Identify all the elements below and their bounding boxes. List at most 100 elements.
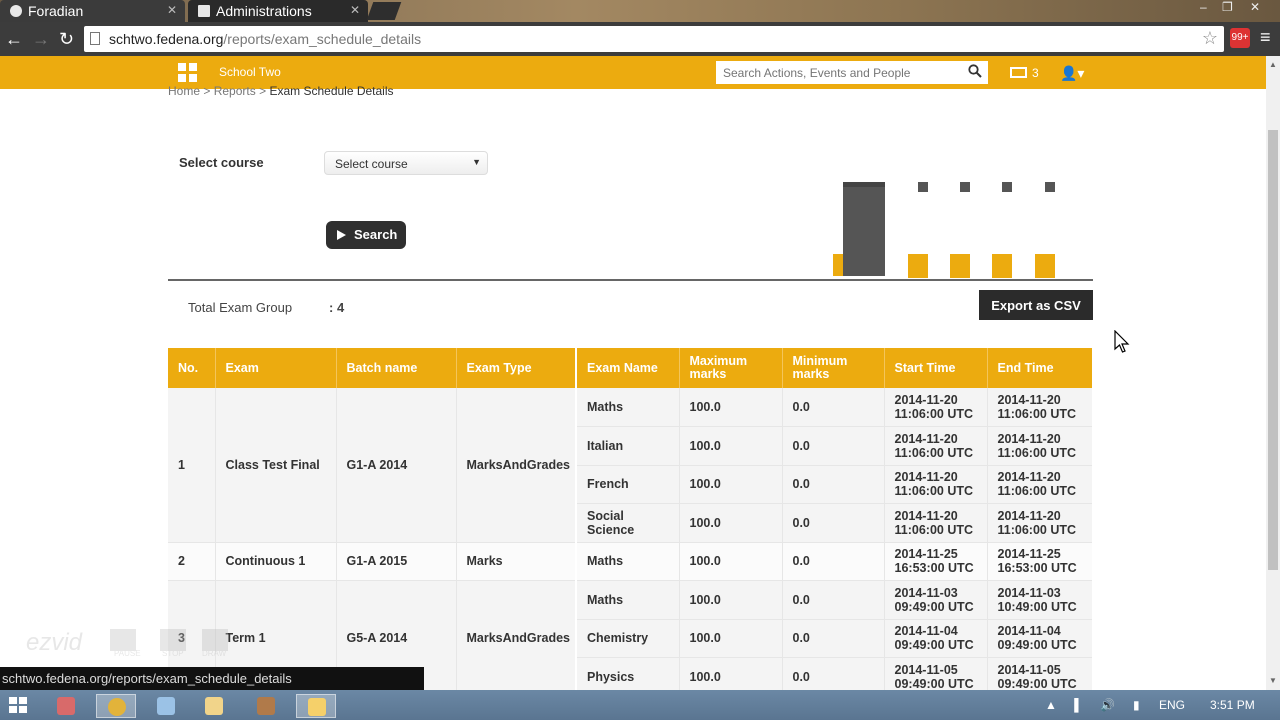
reload-icon[interactable]: ↻ [59, 29, 74, 50]
cell-start-time: 2014-11-25 16:53:00 UTC [884, 542, 988, 581]
cell-start-time: 2014-11-05 09:49:00 UTC [884, 657, 988, 690]
recorder-stop-label: STOP [162, 649, 184, 658]
battery-icon[interactable]: ▮ [1133, 698, 1140, 712]
tab-administrations[interactable]: Administrations ✕ [188, 0, 368, 22]
cell-min-marks: 0.0 [782, 388, 885, 427]
language-indicator[interactable]: ENG [1159, 698, 1185, 712]
cell-end-time: 2014-11-20 11:06:00 UTC [987, 426, 1092, 466]
tray-expand-icon[interactable]: ▲ [1045, 698, 1057, 712]
cell-end-time: 2014-11-20 11:06:00 UTC [987, 465, 1092, 504]
cell-batch: G1-A 2014 [336, 388, 457, 543]
cell-start-time: 2014-11-20 11:06:00 UTC [884, 465, 988, 504]
scroll-down-icon[interactable]: ▼ [1269, 676, 1277, 685]
cell-exam-name: Maths [575, 542, 680, 581]
table-header-row: No. Exam Batch name Exam Type Exam Name … [168, 348, 1092, 388]
extension-badge[interactable]: 99+ [1230, 28, 1250, 48]
search-button-label: Search [354, 227, 398, 242]
course-select[interactable]: Select course ▼ [324, 151, 488, 175]
forward-arrow-icon[interactable]: → [32, 29, 50, 50]
tab-foradian[interactable]: Foradian ✕ [0, 0, 185, 22]
search-icon[interactable] [968, 64, 982, 78]
recorder-pause-button[interactable] [110, 629, 136, 651]
cell-min-marks: 0.0 [782, 503, 885, 543]
dropdown-arrow-icon: ▼ [472, 157, 481, 167]
minimize-icon[interactable]: – [1200, 0, 1207, 14]
taskbar-app-recorder[interactable] [246, 694, 286, 718]
window-close-icon[interactable]: ✕ [1250, 0, 1260, 14]
exam-schedule-table: No. Exam Batch name Exam Type Exam Name … [168, 348, 1092, 690]
taskbar-app-explorer[interactable] [146, 694, 186, 718]
folder-icon [308, 698, 326, 716]
cell-exam: Continuous 1 [215, 542, 337, 581]
breadcrumb-separator: > [203, 84, 211, 98]
cell-exam-type: MarksAndGrades [456, 388, 577, 543]
clock[interactable]: 3:51 PM [1210, 698, 1255, 712]
cell-end-time: 2014-11-20 11:06:00 UTC [987, 503, 1092, 543]
cell-min-marks: 0.0 [782, 465, 885, 504]
course-select-value: Select course [335, 157, 408, 171]
cell-max-marks: 100.0 [679, 542, 783, 581]
recorder-draw-button[interactable] [202, 629, 228, 651]
cell-max-marks: 100.0 [679, 503, 783, 543]
taskbar-app-chrome[interactable] [96, 694, 136, 718]
cell-exam-name: Chemistry [575, 619, 680, 658]
scroll-up-icon[interactable]: ▲ [1269, 60, 1277, 69]
header-start-time: Start Time [884, 348, 988, 388]
breadcrumb-current: Exam Schedule Details [269, 84, 394, 98]
breadcrumb-reports[interactable]: Reports [214, 84, 256, 98]
page-scrollbar[interactable]: ▲ ▼ [1266, 56, 1280, 690]
cell-max-marks: 100.0 [679, 580, 783, 620]
network-icon[interactable]: ▐ [1070, 698, 1079, 712]
breadcrumb-home[interactable]: Home [168, 84, 200, 98]
cell-end-time: 2014-11-25 16:53:00 UTC [987, 542, 1092, 581]
total-exam-group-label: Total Exam Group [188, 300, 293, 315]
tab-close-icon[interactable]: ✕ [350, 3, 360, 17]
header-no: No. [168, 348, 216, 388]
bookmark-star-icon[interactable]: ☆ [1202, 28, 1218, 49]
cell-min-marks: 0.0 [782, 657, 885, 690]
school-name[interactable]: School Two [219, 65, 281, 79]
tab-title: Foradian [28, 3, 84, 19]
cell-end-time: 2014-11-20 11:06:00 UTC [987, 388, 1092, 427]
tab-close-icon[interactable]: ✕ [167, 3, 177, 17]
restore-icon[interactable]: ❐ [1222, 0, 1233, 14]
browser-menu-icon[interactable]: ≡ [1260, 27, 1271, 48]
windows-start-icon[interactable] [9, 697, 27, 713]
cell-batch: G1-A 2015 [336, 542, 457, 581]
recorder-stop-button[interactable] [160, 629, 186, 651]
breadcrumb: Home > Reports > Exam Schedule Details [168, 84, 394, 98]
user-menu-icon[interactable]: 👤▾ [1060, 65, 1084, 82]
global-search[interactable] [716, 61, 988, 84]
taskbar-app-paint[interactable] [46, 694, 86, 718]
browser-toolbar: ← → ↻ schtwo.fedena.org/reports/exam_sch… [0, 22, 1280, 56]
table-row: 3 Term 1 G5-A 2014 MarksAndGrades Maths … [168, 580, 1092, 690]
apps-grid-icon[interactable] [178, 63, 198, 83]
mail-icon[interactable] [1010, 67, 1027, 78]
header-maximum-marks: Maximum marks [679, 348, 783, 388]
mail-count-badge[interactable]: 3 [1032, 66, 1039, 80]
search-button[interactable]: Search [326, 221, 406, 249]
cell-max-marks: 100.0 [679, 426, 783, 466]
address-url: schtwo.fedena.org/reports/exam_schedule_… [109, 31, 422, 47]
table-row: 2 Continuous 1 G1-A 2015 Marks Maths 100… [168, 542, 1092, 581]
section-divider [168, 279, 1093, 281]
cell-min-marks: 0.0 [782, 580, 885, 620]
export-csv-button[interactable]: Export as CSV [979, 290, 1093, 320]
course-label: Select course [179, 155, 264, 170]
back-arrow-icon[interactable]: ← [5, 29, 23, 50]
cell-start-time: 2014-11-20 11:06:00 UTC [884, 426, 988, 466]
taskbar-app-folder[interactable] [296, 694, 336, 718]
browser-tab-strip: Foradian ✕ Administrations ✕ – ❐ ✕ [0, 0, 1280, 22]
new-tab-button[interactable] [366, 2, 402, 20]
address-bar[interactable]: schtwo.fedena.org/reports/exam_schedule_… [84, 26, 1224, 52]
taskbar-app-notes[interactable] [194, 694, 234, 718]
notes-icon [205, 697, 223, 715]
cell-start-time: 2014-11-04 09:49:00 UTC [884, 619, 988, 658]
cell-exam-name: Physics [575, 657, 680, 690]
cell-start-time: 2014-11-03 09:49:00 UTC [884, 580, 988, 620]
global-search-input[interactable] [716, 61, 956, 84]
volume-icon[interactable]: 🔊 [1100, 698, 1115, 712]
cell-end-time: 2014-11-05 09:49:00 UTC [987, 657, 1092, 690]
scroll-thumb[interactable] [1268, 130, 1278, 570]
cell-no: 2 [168, 542, 216, 581]
